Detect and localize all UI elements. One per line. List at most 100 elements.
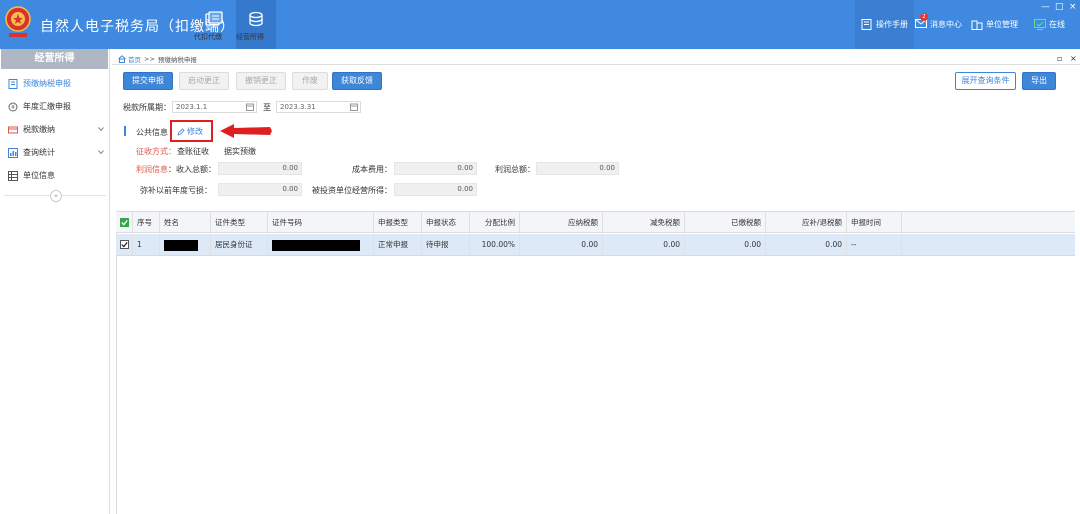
cancel-correction-button[interactable]: 撤销更正 [236, 72, 286, 90]
period-to-value: 2023.3.31 [280, 103, 316, 111]
col-header-declare-type: 申报类型 [374, 212, 422, 232]
select-all-cell [116, 212, 133, 232]
cell-declare-type: 正常申报 [374, 234, 422, 255]
profit-label: 利润总额： [495, 165, 535, 174]
col-header-declare-time: 申报时间 [847, 212, 902, 232]
table-left-border [116, 211, 117, 514]
close-tab-icon[interactable]: × [1070, 54, 1077, 63]
nav-business-income[interactable]: 经营所得 [236, 0, 276, 49]
start-correction-button[interactable]: 启动更正 [179, 72, 229, 90]
sidebar-item-query-stats[interactable]: 查询统计 [0, 141, 109, 164]
period-from-value: 2023.1.1 [176, 103, 208, 111]
minimize-button[interactable]: — [1041, 2, 1050, 12]
col-header-tax-relief: 减免税额 [603, 212, 685, 232]
sidebar-item-label: 预缴纳税申报 [23, 79, 71, 88]
query-icon [8, 147, 18, 158]
cell-name [160, 234, 211, 255]
public-info-label: 公共信息 [136, 128, 168, 137]
period-from-input[interactable]: 2023.1.1 [172, 101, 257, 113]
void-button[interactable]: 作废 [292, 72, 328, 90]
app-header: 自然人电子税务局（扣缴端） 代扣代缴 经营所得 操作手册 2 消息中心 单位管理 [0, 0, 1080, 49]
cell-ratio: 100.00% [470, 234, 520, 255]
chevron-down-icon [98, 127, 104, 132]
levy-method-value: 查账征收 [177, 147, 209, 156]
message-center-button[interactable]: 2 消息中心 [915, 0, 962, 49]
breadcrumb-separator: >> [144, 55, 155, 63]
withholding-icon [205, 11, 223, 26]
calendar-icon[interactable] [246, 103, 254, 111]
row-select-cell [116, 234, 133, 255]
chevron-down-icon [98, 150, 104, 155]
cell-id-number [268, 234, 374, 255]
declare-icon [8, 78, 18, 89]
nav-withholding[interactable]: 代扣代缴 [194, 0, 234, 49]
levy-method-label: 征收方式： [136, 147, 176, 156]
col-header-id-number: 证件号码 [268, 212, 374, 232]
online-label: 在线 [1049, 20, 1065, 29]
highlight-box [170, 120, 213, 142]
loss-label: 弥补以前年度亏损： [140, 186, 212, 195]
message-center-label: 消息中心 [930, 20, 962, 29]
col-header-tax-due: 应补/退税额 [766, 212, 847, 232]
profit-info-label: 利润信息 [136, 165, 168, 174]
sidebar-item-annual-declare[interactable]: ¥ 年度汇缴申报 [0, 95, 109, 118]
maximize-button[interactable]: □ [1055, 2, 1064, 12]
close-window-button[interactable]: × [1069, 2, 1077, 12]
income-field: 0.00 [218, 162, 302, 175]
sidebar-item-prepay-declare[interactable]: 预缴纳税申报 [0, 72, 109, 95]
col-header-ratio: 分配比例 [470, 212, 520, 232]
breadcrumb-home[interactable]: 首页 [128, 54, 141, 64]
invested-income-label: 被投资单位经营所得： [312, 186, 392, 195]
unit-management-button[interactable]: 单位管理 [971, 0, 1018, 49]
building-icon [971, 20, 983, 30]
col-header-tax-paid: 已缴税额 [685, 212, 766, 232]
cell-declare-status: 待申报 [422, 234, 470, 255]
restore-tab-icon[interactable]: ▫ [1057, 54, 1062, 63]
row-checkbox[interactable] [120, 240, 129, 249]
cell-declare-time: -- [847, 234, 902, 255]
cell-no: 1 [133, 234, 160, 255]
invested-income-field: 0.00 [394, 183, 477, 196]
period-to-label: 至 [263, 103, 271, 112]
profit-field: 0.00 [536, 162, 619, 175]
sidebar-collapse-button[interactable]: « [50, 190, 62, 202]
table-row[interactable]: 1 居民身份证 正常申报 待申报 100.00% 0.00 0.00 0.00 … [116, 234, 1075, 256]
cell-tax-paid: 0.00 [685, 234, 766, 255]
cell-id-type: 居民身份证 [211, 234, 268, 255]
nav-withholding-label: 代扣代缴 [194, 33, 222, 41]
red-arrow-annotation [220, 124, 272, 138]
period-to-input[interactable]: 2023.3.31 [276, 101, 361, 113]
col-header-name: 姓名 [160, 212, 211, 232]
home-icon[interactable] [118, 55, 126, 63]
svg-text:¥: ¥ [11, 104, 15, 111]
sidebar-item-label: 查询统计 [23, 148, 55, 157]
manual-button[interactable]: 操作手册 [855, 0, 914, 49]
breadcrumb: 首页 >> 预缴纳税申报 [118, 54, 197, 64]
nav-business-income-label: 经营所得 [236, 33, 264, 41]
breadcrumb-current: 预缴纳税申报 [157, 56, 197, 64]
unit-management-label: 单位管理 [986, 20, 1018, 29]
sidebar-item-tax-payment[interactable]: 税款缴纳 [0, 118, 109, 141]
period-label: 税款所属期： [123, 103, 171, 112]
expand-query-button[interactable]: 展开查询条件 [955, 72, 1016, 90]
online-icon [1034, 19, 1046, 30]
submit-declare-button[interactable]: 提交申报 [123, 72, 173, 90]
table-header: 序号 姓名 证件类型 证件号码 申报类型 申报状态 分配比例 应纳税额 减免税额… [116, 211, 1075, 233]
cell-tax-payable: 0.00 [520, 234, 603, 255]
cell-tax-relief: 0.00 [603, 234, 685, 255]
select-all-checkbox[interactable] [120, 218, 129, 227]
sidebar-item-label: 单位信息 [23, 171, 55, 180]
cell-tax-due: 0.00 [766, 234, 847, 255]
col-header-id-type: 证件类型 [211, 212, 268, 232]
export-button[interactable]: 导出 [1022, 72, 1056, 90]
col-header-no: 序号 [133, 212, 160, 232]
calendar-icon[interactable] [350, 103, 358, 111]
coins-icon [249, 11, 263, 27]
breadcrumb-divider [112, 64, 1080, 65]
income-label: ：收入总额： [168, 165, 216, 174]
redacted-id-number [272, 239, 360, 251]
sidebar-item-label: 税款缴纳 [23, 125, 55, 134]
manual-label: 操作手册 [876, 20, 908, 29]
get-feedback-button[interactable]: 获取反馈 [332, 72, 382, 90]
sidebar-item-unit-info[interactable]: 单位信息 [0, 164, 109, 187]
